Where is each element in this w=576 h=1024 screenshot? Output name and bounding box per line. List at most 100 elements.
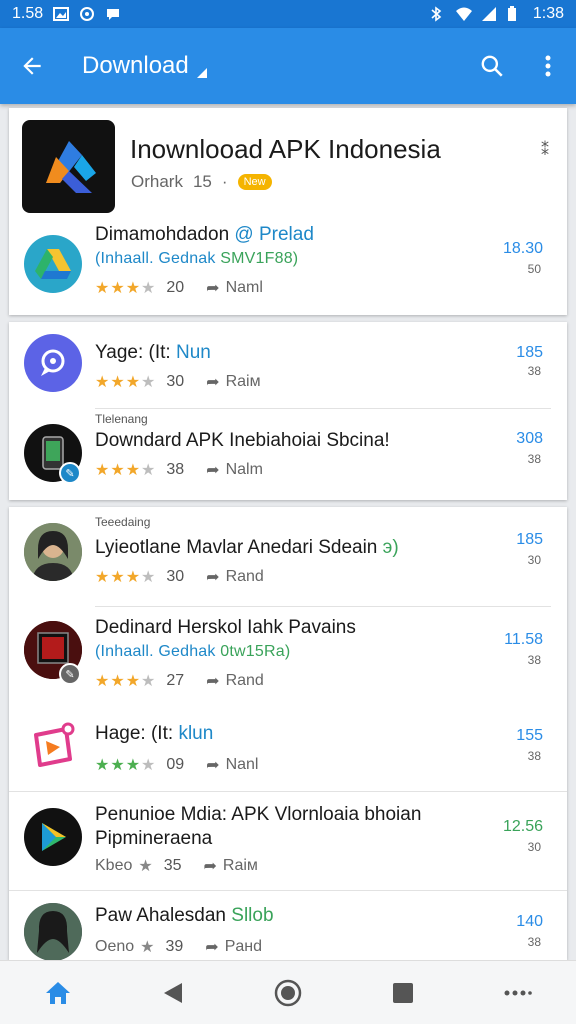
recents-button[interactable] <box>371 965 435 1021</box>
row-title-accent: Nun <box>175 342 211 363</box>
row-price-sub: 38 <box>527 935 541 949</box>
rating-count: 30 <box>166 568 185 585</box>
row-tag: Nanl <box>225 756 259 773</box>
more-vert-icon <box>545 55 551 77</box>
more-nav-button[interactable] <box>486 965 550 1021</box>
row-title: Downdard APK Inebiahoiai Sbcina! <box>95 430 390 451</box>
star-rating-icon: ★★★★ <box>95 569 157 586</box>
more-horiz-icon <box>504 990 533 995</box>
list-item[interactable]: ✎ Dedinard Herskol Iahk Pavains (Inhaall… <box>9 607 567 707</box>
share-icon[interactable]: ➦ <box>206 278 219 298</box>
row-label: Teeedaing <box>95 515 151 529</box>
app-bar: Download <box>0 28 576 104</box>
list-item[interactable]: Paw Ahalesdan Sllob Oeno ★ 39 ➦ Paнd 140… <box>9 891 567 961</box>
row-price: 12.56 <box>502 818 543 835</box>
star-rating-icon: ★ <box>138 858 154 875</box>
rating-count: 35 <box>163 857 182 874</box>
row-price: 155 <box>516 727 543 744</box>
list-item[interactable]: Yage: (It: Nun ★★★★ 30 ➦ Raiм 185 38 <box>9 322 567 408</box>
featured-more-button[interactable]: ⁑ <box>541 140 549 160</box>
star-rating-icon: ★ <box>140 939 156 956</box>
row-price-sub: 38 <box>527 452 541 466</box>
share-icon[interactable]: ➦ <box>206 460 219 480</box>
row-prefix: Kbeo <box>95 857 133 874</box>
rating-count: 38 <box>166 461 185 478</box>
list-item[interactable]: Dimamohdadon @ Prelad (Inhaall. Gednak S… <box>9 218 567 315</box>
share-icon[interactable]: ➦ <box>206 372 219 392</box>
list-card-3: Teeedaing Lyieotlane Mavlar Anedari Sdea… <box>9 507 567 961</box>
row-label: Tlelenang <box>95 412 148 426</box>
star-rating-icon: ★★★★ <box>95 280 157 297</box>
share-icon[interactable]: ➦ <box>204 856 217 876</box>
share-icon[interactable]: ➦ <box>206 755 219 775</box>
featured-title[interactable]: Inownlooad APK Indonesia <box>130 134 441 165</box>
row-title-accent: э) <box>382 537 399 558</box>
featured-app-icon[interactable] <box>22 120 115 213</box>
rating-line: Oeno ★ 39 ➦ Paнd <box>95 937 262 957</box>
row-title-text: Paw Ahalesdan <box>95 905 226 926</box>
row-title-accent: @ Prelad <box>234 224 314 245</box>
list-item[interactable]: Penunioe Mdia: APK Vlornloaia bhoian Pip… <box>9 792 567 890</box>
row-price: 18.30 <box>502 240 543 257</box>
dropdown-indicator-icon[interactable] <box>196 68 207 78</box>
row-price-sub: 38 <box>527 749 541 763</box>
bluetooth-icon <box>429 6 445 22</box>
list-card-2: Yage: (It: Nun ★★★★ 30 ➦ Raiм 185 38 Tle… <box>9 322 567 500</box>
row-tag: Raiм <box>225 373 261 390</box>
row-sub-text: (Inhaall. Gednak <box>95 250 216 267</box>
list-item[interactable]: Teeedaing Lyieotlane Mavlar Anedari Sdea… <box>9 507 567 607</box>
row-price: 185 <box>516 344 543 361</box>
home-circle-button[interactable] <box>256 965 320 1021</box>
featured-badge: New <box>237 174 272 190</box>
back-button[interactable] <box>0 28 64 104</box>
row-tag: Naml <box>225 279 263 296</box>
row-title: Dedinard Herskol Iahk Pavains <box>95 617 356 638</box>
search-button[interactable] <box>464 28 520 104</box>
drive-app-icon <box>24 235 82 293</box>
row-title-text: Hage: (It: <box>95 723 174 744</box>
rating-line: ★★★★ 27 ➦ Rand <box>95 671 264 691</box>
row-title: Yage: (It: Nun <box>95 342 211 364</box>
row-tag: Rand <box>225 672 264 689</box>
rating-count: 20 <box>166 279 185 296</box>
list-item[interactable]: Tlelenang ✎ Downdard APK Inebiahoiai Sbc… <box>9 410 567 500</box>
rating-line: Kbeo ★ 35 ➦ Raiм <box>95 856 258 876</box>
row-title: Hage: (It: klun <box>95 723 213 745</box>
signal-icon <box>481 6 497 22</box>
back-nav-button[interactable] <box>141 965 205 1021</box>
row-title-accent: Sllob <box>231 905 274 926</box>
play-app-icon <box>24 808 82 866</box>
sync-icon <box>79 6 95 22</box>
status-bar: 1.58 1:38 <box>0 0 576 28</box>
row-subtitle: (Inhaall. Gedhak 0tw15Ra) <box>95 643 290 661</box>
rating-line: ★★★★ 30 ➦ Rand <box>95 567 264 587</box>
circle-home-icon <box>274 979 302 1006</box>
row-title: Lyieotlane Mavlar Anedari Sdeain э) <box>95 537 399 559</box>
row-sub-accent: SMV1F88) <box>220 250 299 267</box>
star-rating-icon: ★★★★ <box>95 462 157 479</box>
divider <box>95 408 551 409</box>
overflow-menu-button[interactable] <box>520 28 576 104</box>
page-title-text: Download <box>82 52 189 79</box>
row-price: 308 <box>516 430 543 447</box>
share-icon[interactable]: ➦ <box>205 937 218 957</box>
wifi-icon <box>455 6 472 22</box>
rating-count: 39 <box>165 938 184 955</box>
list-item[interactable]: Hage: (It: klun ★★★★ 09 ➦ Nanl 155 38 <box>9 707 567 791</box>
share-app-icon <box>24 717 82 775</box>
avatar-icon <box>24 903 82 961</box>
share-icon[interactable]: ➦ <box>206 567 219 587</box>
status-time-right: 1:38 <box>532 5 564 22</box>
row-price-sub: 38 <box>527 364 541 378</box>
home-button[interactable] <box>26 965 90 1021</box>
row-tag: Rand <box>225 568 264 585</box>
status-time-left: 1.58 <box>12 5 44 22</box>
share-icon[interactable]: ➦ <box>206 671 219 691</box>
row-price-sub: 30 <box>527 840 541 854</box>
rating-line: ★★★★ 20 ➦ Naml <box>95 278 263 298</box>
row-title-text: Dimamohdadon <box>95 224 230 245</box>
chat-app-icon <box>24 334 82 392</box>
row-price-sub: 50 <box>527 262 541 276</box>
chat-icon <box>105 6 121 22</box>
row-price: 185 <box>516 531 543 548</box>
